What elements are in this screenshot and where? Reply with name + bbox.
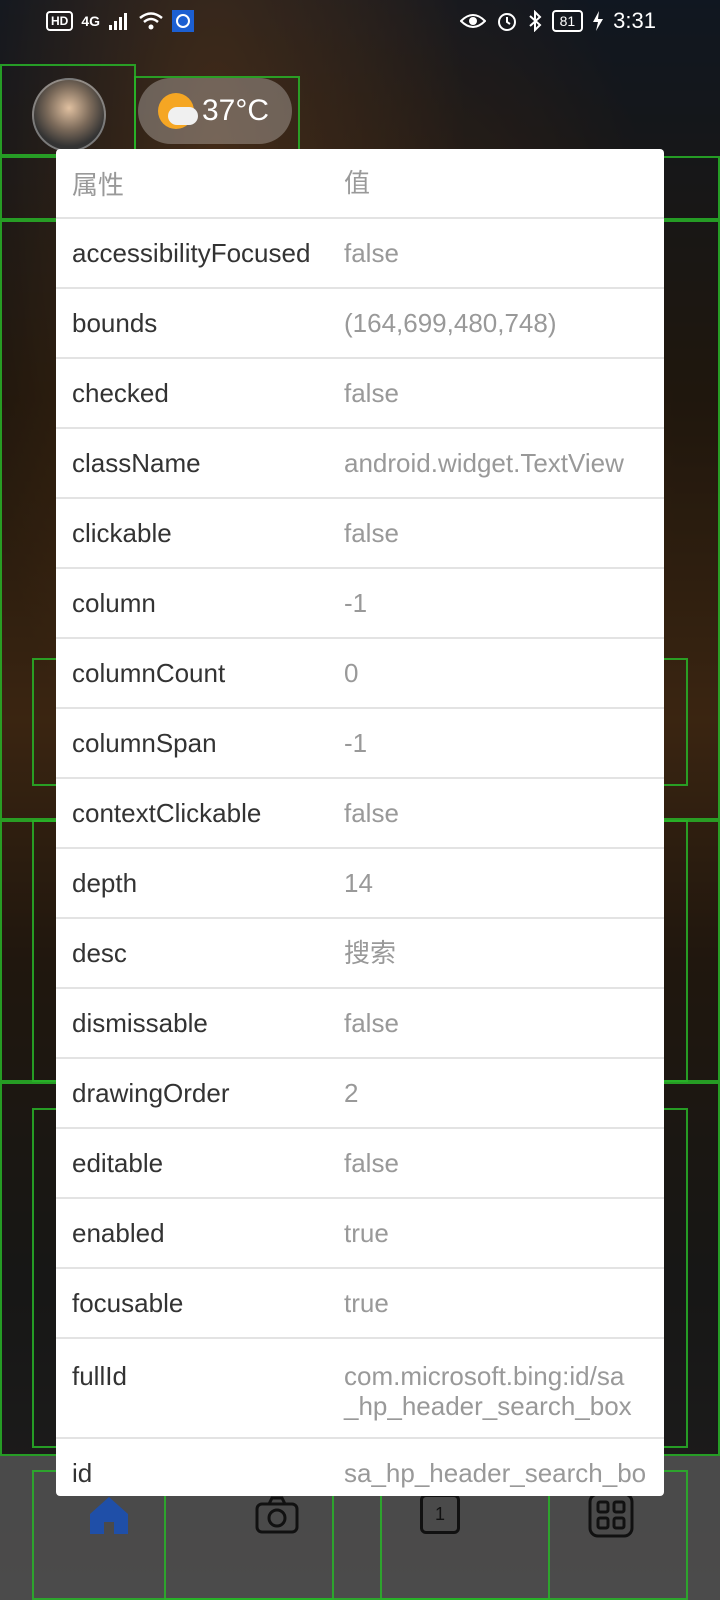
property-value: false bbox=[344, 1148, 399, 1178]
property-row[interactable]: dismissable false bbox=[56, 989, 664, 1059]
property-name: contextClickable bbox=[72, 797, 262, 828]
property-row[interactable]: accessibilityFocused false bbox=[56, 219, 664, 289]
property-column-header: 属性 bbox=[72, 169, 125, 200]
property-row[interactable]: fullId com.microsoft.bing:id/sa _hp_heade… bbox=[56, 1339, 664, 1439]
properties-dialog: 属性 值 accessibilityFocused false bounds (164… bbox=[56, 149, 664, 1496]
property-row[interactable]: bounds (164,699,480,748) bbox=[56, 289, 664, 359]
property-name: fullId bbox=[72, 1361, 127, 1391]
hd-icon: HD bbox=[46, 11, 74, 31]
property-name: clickable bbox=[72, 517, 172, 548]
property-name: enabled bbox=[72, 1217, 165, 1248]
charging-icon bbox=[593, 11, 604, 31]
overlay-box bbox=[0, 64, 136, 156]
property-name: column bbox=[72, 587, 156, 618]
property-row[interactable]: columnSpan -1 bbox=[56, 709, 664, 779]
property-name: depth bbox=[72, 867, 138, 898]
property-row[interactable]: desc 搜索 bbox=[56, 919, 664, 989]
property-row[interactable]: id sa_hp_header_search_bo bbox=[56, 1439, 664, 1496]
property-row[interactable]: columnCount 0 bbox=[56, 639, 664, 709]
property-row[interactable]: className android.widget.TextView bbox=[56, 429, 664, 499]
tabs-count: 1 bbox=[434, 1503, 445, 1524]
property-value: true bbox=[344, 1218, 389, 1248]
property-value: 2 bbox=[344, 1078, 359, 1108]
property-value: true bbox=[344, 1288, 389, 1318]
property-row[interactable]: checked false bbox=[56, 359, 664, 429]
network-type-label: 4G bbox=[81, 13, 101, 29]
property-name: columnCount bbox=[72, 657, 226, 688]
overlay-box bbox=[134, 76, 300, 158]
property-name: id bbox=[72, 1457, 93, 1488]
property-value: (164,699,480,748) bbox=[344, 308, 557, 338]
battery-level: 81 bbox=[551, 10, 584, 32]
property-value: -1 bbox=[344, 588, 368, 618]
property-row[interactable]: contextClickable false bbox=[56, 779, 664, 849]
home-icon[interactable] bbox=[86, 1492, 132, 1538]
property-row[interactable]: drawingOrder 2 bbox=[56, 1059, 664, 1129]
properties-list: accessibilityFocused false bounds (164,699,… bbox=[56, 219, 664, 1496]
property-row[interactable]: editable false bbox=[56, 1129, 664, 1199]
property-value: android.widget.TextView bbox=[344, 448, 624, 478]
tabs-icon[interactable]: 1 bbox=[420, 1494, 460, 1534]
property-name: focusable bbox=[72, 1287, 184, 1318]
value-column-header: 值 bbox=[344, 168, 371, 198]
property-row[interactable]: clickable false bbox=[56, 499, 664, 569]
property-value: false bbox=[344, 238, 399, 268]
camera-icon[interactable] bbox=[254, 1492, 300, 1538]
property-value: false bbox=[344, 518, 399, 548]
property-value: sa_hp_header_search_bo bbox=[344, 1458, 647, 1488]
property-value: -1 bbox=[344, 728, 368, 758]
property-value: com.microsoft.bing:id/sa _hp_header_sear… bbox=[344, 1361, 632, 1421]
property-name: columnSpan bbox=[72, 727, 217, 758]
eye-comfort-icon bbox=[459, 14, 486, 28]
properties-header-row: 属性 值 bbox=[56, 149, 664, 219]
property-value: 14 bbox=[344, 868, 373, 898]
cellular-signal-icon bbox=[109, 13, 128, 30]
alarm-icon bbox=[497, 13, 516, 31]
status-bar: HD 4G 81 3:31 bbox=[0, 0, 720, 44]
status-bar-right: 81 3:31 bbox=[459, 8, 656, 34]
status-bar-left: HD 4G bbox=[46, 10, 195, 32]
property-name: accessibilityFocused bbox=[72, 237, 311, 268]
wifi-icon bbox=[139, 12, 163, 30]
property-name: checked bbox=[72, 377, 169, 408]
property-name: desc bbox=[72, 937, 127, 968]
property-row[interactable]: depth 14 bbox=[56, 849, 664, 919]
clock: 3:31 bbox=[613, 8, 656, 33]
property-name: editable bbox=[72, 1147, 164, 1178]
property-value: 搜索 bbox=[344, 938, 397, 968]
property-value: 0 bbox=[344, 658, 359, 688]
apps-grid-icon[interactable] bbox=[588, 1492, 634, 1538]
property-name: bounds bbox=[72, 307, 158, 338]
app-notification-icon bbox=[172, 10, 195, 32]
property-value: false bbox=[344, 378, 399, 408]
property-row[interactable]: column -1 bbox=[56, 569, 664, 639]
property-name: dismissable bbox=[72, 1007, 208, 1038]
property-value: false bbox=[344, 798, 399, 828]
property-row[interactable]: focusable true bbox=[56, 1269, 664, 1339]
property-name: className bbox=[72, 447, 201, 478]
property-value: false bbox=[344, 1008, 399, 1038]
property-name: drawingOrder bbox=[72, 1077, 230, 1108]
property-row[interactable]: enabled true bbox=[56, 1199, 664, 1269]
bluetooth-icon bbox=[528, 10, 542, 32]
